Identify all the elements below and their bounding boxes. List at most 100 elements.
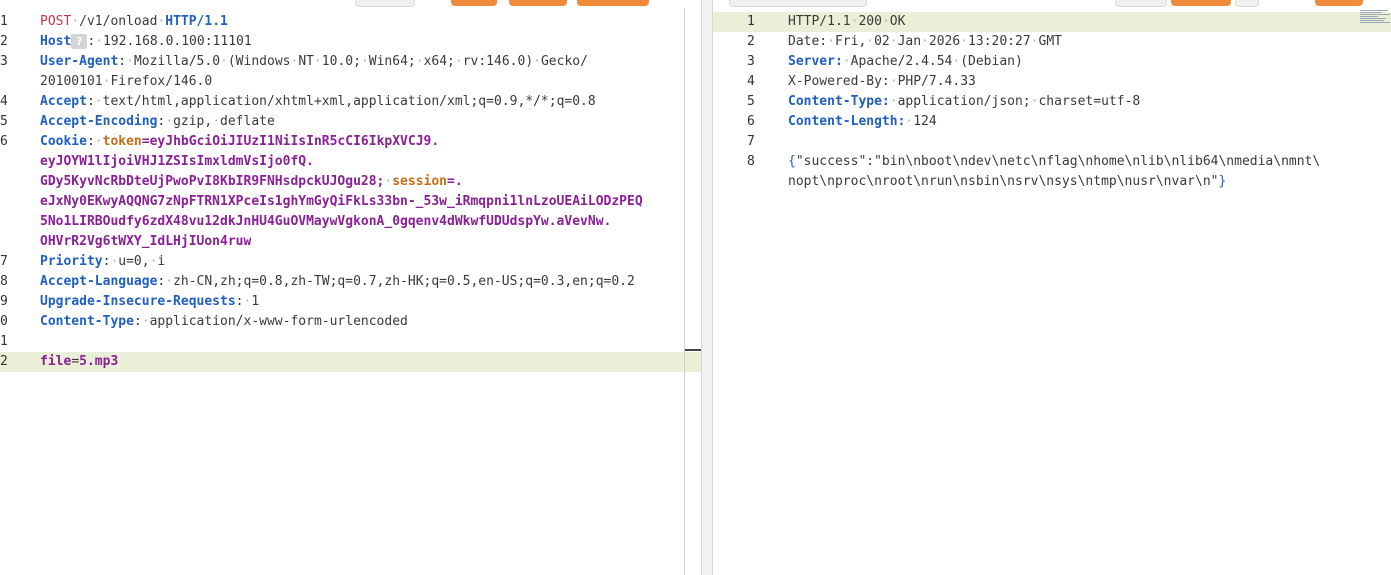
line-number: 2: [0, 354, 8, 369]
token: ·: [842, 54, 851, 69]
token: OK: [889, 14, 906, 29]
token: :: [86, 134, 95, 149]
request-line[interactable]: 9 Upgrade-Insecure-Requests:·1: [0, 292, 701, 312]
line-text[interactable]: POST·/v1/onload·HTTP/1.1: [40, 12, 697, 32]
request-editor[interactable]: 1 POST·/v1/onload·HTTP/1.1 2 Host?:·192.168…: [0, 0, 702, 575]
response-line[interactable]: 1 HTTP/1.1·200·OK: [713, 12, 1391, 32]
line-text[interactable]: Content-Type:·application/x-www-form-url…: [40, 312, 697, 332]
token: =: [71, 354, 80, 369]
line-text[interactable]: 5No1LIRBOudfy6zdX48vu12dkJnHU4GuOVMaywVg…: [40, 212, 697, 232]
line-text[interactable]: Accept-Encoding:·gzip,·deflate: [40, 112, 697, 132]
token: Accept-Encoding: [40, 114, 158, 129]
request-line[interactable]: 5No1LIRBOudfy6zdX48vu12dkJnHU4GuOVMaywVg…: [0, 212, 701, 232]
response-line[interactable]: 7: [713, 132, 1391, 152]
help-badge-icon[interactable]: ?: [71, 34, 88, 49]
token: ·: [141, 314, 150, 329]
request-line[interactable]: 2 Host?:·192.168.0.100:11101: [0, 32, 701, 52]
line-text[interactable]: eyJOYW1lIjoiVHJ1ZSIsImxldmVsIjo0fQ.: [40, 152, 697, 172]
line-number: 1: [0, 14, 8, 29]
token: ·: [165, 274, 174, 289]
toolbar-button-stub[interactable]: [355, 0, 415, 7]
line-text[interactable]: Date:·Fri,·02·Jan·2026·13:20:27·GMT: [788, 32, 1388, 52]
response-editor[interactable]: 1 HTTP/1.1·200·OK 2 Date:·Fri,·02·Jan·2026·…: [712, 0, 1391, 575]
request-line[interactable]: 20100101·Firefox/146.0: [0, 72, 701, 92]
line-text[interactable]: OHVrR2Vg6tWXY_IdLHjIUon4ruw: [40, 232, 697, 252]
token: Win64;: [368, 54, 416, 69]
token: Date:: [788, 34, 828, 49]
token: ·: [126, 54, 134, 69]
line-text[interactable]: {"success":"bin\nboot\ndev\netc\nflag\nh…: [788, 152, 1388, 172]
request-line[interactable]: GDy5KyvNcRbDteUjPwoPvI8KbIR9FNHsdpckUJOg…: [0, 172, 701, 192]
request-line[interactable]: OHVrR2Vg6tWXY_IdLHjIUon4ruw: [0, 232, 701, 252]
toolbar-button-stub[interactable]: [1235, 0, 1259, 7]
toolbar-button-stub[interactable]: [451, 0, 497, 6]
line-text[interactable]: User-Agent:·Mozilla/5.0·(Windows·NT·10.0…: [40, 52, 697, 72]
line-text[interactable]: Priority:·u=0,·i: [40, 252, 697, 272]
line-text[interactable]: HTTP/1.1·200·OK: [788, 12, 1388, 32]
token: Upgrade-Insecure-Requests: [40, 294, 236, 309]
line-text[interactable]: Content-Type:·application/json;·charset=…: [788, 92, 1388, 112]
toolbar-button-stub[interactable]: [1171, 0, 1231, 6]
line-text[interactable]: Accept-Language:·zh-CN,zh;q=0.8,zh-TW;q=…: [40, 272, 697, 292]
line-number: 7: [0, 254, 8, 269]
request-line[interactable]: 1: [0, 332, 701, 352]
line-text[interactable]: Cookie:·token=eyJhbGciOiJIUzI1NiIsInR5cC…: [40, 132, 697, 152]
line-text[interactable]: Accept:·text/html,application/xhtml+xml,…: [40, 92, 697, 112]
token: =eyJhbGciOiJIUzI1NiIsInR5cCI6IkpXVCJ9.: [141, 134, 440, 149]
line-number: 8: [0, 274, 8, 289]
line-text[interactable]: Host?:·192.168.0.100:11101: [40, 32, 697, 52]
line-number: 1: [747, 14, 755, 29]
line-text[interactable]: 20100101·Firefox/146.0: [40, 72, 697, 92]
line-text[interactable]: Upgrade-Insecure-Requests:·1: [40, 292, 697, 312]
response-line[interactable]: 4 X-Powered-By:·PHP/7.4.33: [713, 72, 1391, 92]
request-line[interactable]: 6 Cookie:·token=eyJhbGciOiJIUzI1NiIsInR5c…: [0, 132, 701, 152]
editor-scrollbar[interactable]: [684, 8, 685, 575]
token: token: [102, 134, 142, 149]
response-line[interactable]: 3 Server:·Apache/2.4.54·(Debian): [713, 52, 1391, 72]
response-line[interactable]: nopt\nproc\nroot\nrun\nsbin\nsrv\nsys\nt…: [713, 172, 1391, 192]
line-text[interactable]: Content-Length:·124: [788, 112, 1388, 132]
token: ·: [212, 114, 221, 129]
toolbar-button-stub[interactable]: [509, 0, 567, 6]
toolbar-button-stub[interactable]: [577, 0, 649, 6]
token: ·: [415, 54, 424, 69]
toolbar-button-stub[interactable]: [729, 0, 867, 7]
response-line[interactable]: 2 Date:·Fri,·02·Jan·2026·13:20:27·GMT: [713, 32, 1391, 52]
request-line[interactable]: 2 file=5.mp3: [0, 352, 701, 372]
request-line[interactable]: 3 User-Agent:·Mozilla/5.0·(Windows·NT·10.…: [0, 52, 701, 72]
line-text[interactable]: eJxNy0EKwyAQQNG7zNpFTRN1XPceIs1ghYmGyQiF…: [40, 192, 697, 212]
pane-splitter[interactable]: [702, 0, 712, 575]
repeater-window: 1 POST·/v1/onload·HTTP/1.1 2 Host?:·192.168…: [0, 0, 1391, 575]
request-line[interactable]: eJxNy0EKwyAQQNG7zNpFTRN1XPceIs1ghYmGyQiF…: [0, 192, 701, 212]
line-text[interactable]: X-Powered-By:·PHP/7.4.33: [788, 72, 1388, 92]
request-line[interactable]: 5 Accept-Encoding:·gzip,·deflate: [0, 112, 701, 132]
line-number: 7: [747, 134, 755, 149]
response-line[interactable]: 5 Content-Type:·application/json;·charset…: [713, 92, 1391, 112]
token: x64;: [423, 54, 455, 69]
response-line[interactable]: 6 Content-Length:·124: [713, 112, 1391, 132]
line-number: 2: [747, 34, 755, 49]
request-line[interactable]: 8 Accept-Language:·zh-CN,zh;q=0.8,zh-TW;q…: [0, 272, 701, 292]
token: ·: [94, 134, 103, 149]
line-number: 3: [0, 54, 8, 69]
line-number: 2: [0, 34, 8, 49]
toolbar-button-stub[interactable]: [1115, 0, 1167, 7]
request-line[interactable]: 7 Priority:·u=0,·i: [0, 252, 701, 272]
request-code-lines[interactable]: 1 POST·/v1/onload·HTTP/1.1 2 Host?:·192.168…: [0, 12, 701, 372]
request-line[interactable]: 4 Accept:·text/html,application/xhtml+xml…: [0, 92, 701, 112]
line-number: 4: [747, 74, 755, 89]
line-text[interactable]: nopt\nproc\nroot\nrun\nsbin\nsrv\nsys\nt…: [788, 172, 1388, 192]
request-line[interactable]: 1 POST·/v1/onload·HTTP/1.1: [0, 12, 701, 32]
response-code-lines[interactable]: 1 HTTP/1.1·200·OK 2 Date:·Fri,·02·Jan·2026·…: [713, 12, 1391, 192]
minimap[interactable]: [1360, 10, 1391, 28]
token: application/x-www-form-urlencoded: [149, 314, 408, 329]
line-text[interactable]: GDy5KyvNcRbDteUjPwoPvI8KbIR9FNHsdpckUJOg…: [40, 172, 697, 192]
request-line[interactable]: eyJOYW1lIjoiVHJ1ZSIsImxldmVsIjo0fQ.: [0, 152, 701, 172]
line-text[interactable]: file=5.mp3: [40, 352, 697, 372]
line-text[interactable]: Server:·Apache/2.4.54·(Debian): [788, 52, 1388, 72]
token: :: [133, 314, 142, 329]
token: application/json;: [897, 94, 1031, 109]
toolbar-button-stub[interactable]: [1315, 0, 1363, 6]
response-line[interactable]: 8 {"success":"bin\nboot\ndev\netc\nflag\n…: [713, 152, 1391, 172]
request-line[interactable]: 0 Content-Type:·application/x-www-form-ur…: [0, 312, 701, 332]
